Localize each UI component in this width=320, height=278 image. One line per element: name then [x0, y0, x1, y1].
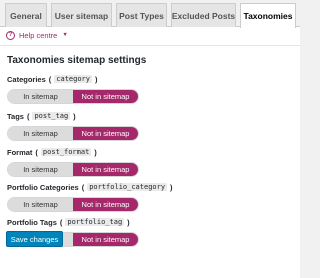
field-label: Tags ( post_tag ): [7, 111, 139, 121]
tab-taxonomies[interactable]: Taxonomies: [240, 3, 296, 28]
tab-excluded-posts[interactable]: Excluded Posts: [171, 3, 236, 27]
tab-bar: General User sitemap Post Types Excluded…: [0, 0, 300, 28]
field-code: category: [54, 75, 92, 83]
paren-open: (: [59, 217, 63, 227]
in-sitemap-option[interactable]: In sitemap: [8, 90, 73, 103]
save-changes-button[interactable]: Save changes: [6, 231, 63, 247]
paren-open: (: [26, 111, 30, 121]
field-code: portfolio_tag: [65, 218, 125, 226]
field-label: Portfolio Categories ( portfolio_categor…: [7, 182, 173, 192]
section-title: Taxonomies sitemap settings: [7, 55, 147, 66]
question-icon: ?: [6, 30, 15, 40]
field-label: Format ( post_format ): [7, 147, 139, 157]
paren-close: ): [127, 217, 130, 227]
paren-open: (: [48, 74, 52, 84]
tab-user-sitemap[interactable]: User sitemap: [51, 3, 112, 27]
help-centre-toggle[interactable]: ? Help centre ▼: [6, 29, 68, 41]
in-sitemap-option[interactable]: In sitemap: [8, 163, 73, 176]
divider: [0, 45, 300, 46]
tab-post-types[interactable]: Post Types: [116, 3, 167, 27]
paren-open: (: [35, 147, 38, 157]
field-label: Categories ( category ): [7, 74, 139, 84]
sitemap-toggle: In sitemap Not in sitemap: [7, 89, 139, 104]
paren-close: ): [170, 182, 173, 192]
tab-general[interactable]: General: [5, 3, 47, 27]
not-in-sitemap-option[interactable]: Not in sitemap: [73, 127, 138, 140]
paren-close: ): [94, 147, 97, 157]
field-name: Portfolio Tags: [7, 217, 57, 227]
field-code: post_format: [40, 148, 92, 156]
sitemap-toggle: In sitemap Not in sitemap: [7, 197, 139, 212]
not-in-sitemap-option[interactable]: Not in sitemap: [73, 163, 138, 176]
paren-close: ): [73, 111, 76, 121]
sitemap-toggle: In sitemap Not in sitemap: [7, 126, 139, 141]
field-portfolio-categories: Portfolio Categories ( portfolio_categor…: [7, 182, 173, 212]
field-name: Categories: [7, 74, 46, 84]
field-format: Format ( post_format ) In sitemap Not in…: [7, 147, 139, 177]
field-code: post_tag: [32, 112, 71, 120]
field-code: portfolio_category: [87, 183, 168, 191]
caret-down-icon: ▼: [62, 32, 68, 38]
field-name: Portfolio Categories: [7, 182, 79, 192]
help-centre-label: Help centre: [19, 30, 58, 40]
field-label: Portfolio Tags ( portfolio_tag ): [7, 217, 139, 227]
field-categories: Categories ( category ) In sitemap Not i…: [7, 74, 139, 104]
not-in-sitemap-option[interactable]: Not in sitemap: [73, 198, 138, 211]
sitemap-toggle: In sitemap Not in sitemap: [7, 162, 139, 177]
field-tags: Tags ( post_tag ) In sitemap Not in site…: [7, 111, 139, 141]
not-in-sitemap-option[interactable]: Not in sitemap: [73, 90, 138, 103]
field-name: Format: [7, 147, 33, 157]
not-in-sitemap-option[interactable]: Not in sitemap: [73, 233, 138, 246]
paren-open: (: [81, 182, 85, 192]
paren-close: ): [94, 74, 98, 84]
field-name: Tags: [7, 111, 24, 121]
in-sitemap-option[interactable]: In sitemap: [8, 127, 73, 140]
in-sitemap-option[interactable]: In sitemap: [8, 198, 73, 211]
